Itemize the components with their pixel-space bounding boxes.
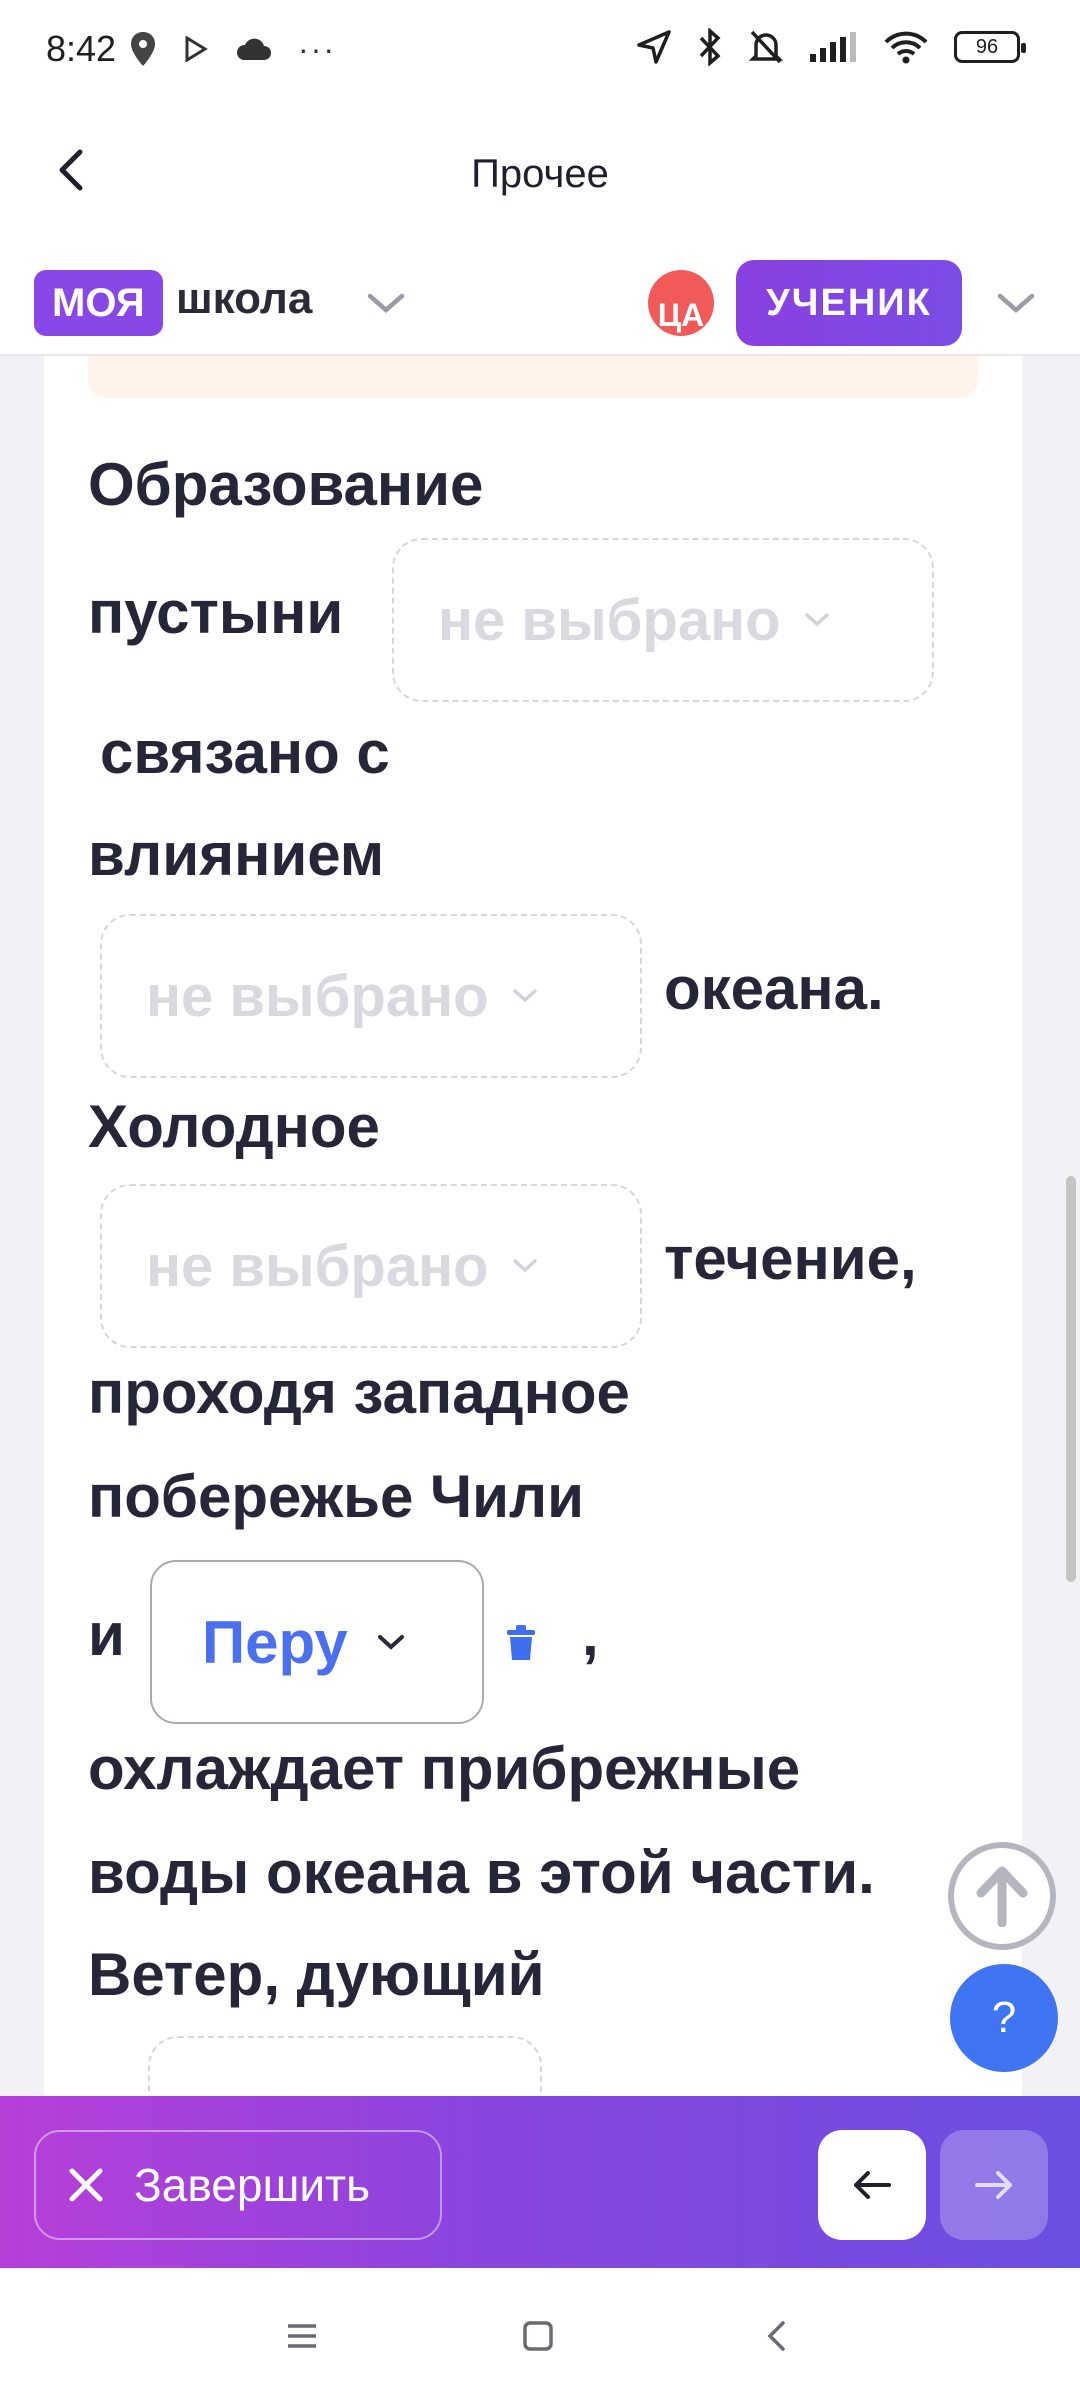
arrow-right-icon <box>975 2171 1012 2199</box>
status-time: 8:42 <box>46 28 117 69</box>
task-text: побережье Чили <box>88 1463 585 1530</box>
task-text: , <box>582 1601 599 1668</box>
logo-chip[interactable]: МОЯ <box>34 270 163 336</box>
dropdown-selected-value: Перу <box>202 1608 348 1676</box>
answer-dropdown-1[interactable]: не выбрано <box>392 538 934 702</box>
task-text: Холодное <box>88 1093 380 1160</box>
task-text: влиянием <box>88 821 385 888</box>
answer-dropdown-selected[interactable]: Перу <box>150 1560 484 1724</box>
more-notifications-icon: ··· <box>298 30 336 67</box>
task-card: Образование пустыни не выбрано связано с… <box>44 356 1022 2096</box>
status-bar: 8:42 ··· 96 <box>0 0 1080 100</box>
chevron-down-icon <box>512 989 537 1003</box>
answer-dropdown-3[interactable]: не выбрано <box>100 1184 642 1348</box>
play-store-icon <box>185 36 208 62</box>
logo-text[interactable]: школа <box>176 274 312 324</box>
location-pin-icon <box>131 32 155 66</box>
task-text: Образование <box>88 451 484 518</box>
finish-label: Завершить <box>134 2159 371 2211</box>
arrow-up-icon <box>976 1866 1028 1927</box>
bell-muted-icon <box>748 30 784 64</box>
dropdown-placeholder: не выбрано <box>438 587 781 653</box>
previous-button[interactable] <box>818 2130 926 2240</box>
task-text: и <box>88 1601 125 1668</box>
task-text: воды океана в этой части. <box>88 1839 875 1906</box>
menu-icon[interactable] <box>272 2306 332 2366</box>
cloud-icon <box>236 38 271 60</box>
navigation-arrow-icon <box>637 30 671 64</box>
school-bar: МОЯ школа ЦА УЧЕНИК <box>0 240 1080 356</box>
chevron-down-icon <box>377 1635 404 1650</box>
task-text: течение, <box>664 1225 917 1292</box>
chevron-down-icon <box>804 613 829 627</box>
scroll-top-button[interactable] <box>948 1842 1056 1950</box>
signal-icon <box>810 32 856 62</box>
chevron-down-icon[interactable] <box>996 292 1036 316</box>
notice-strip <box>88 356 978 398</box>
battery-icon: 96 <box>954 31 1026 63</box>
scrollbar[interactable] <box>1066 1176 1076 1582</box>
help-button[interactable]: ? <box>950 1964 1058 2072</box>
system-back-icon[interactable] <box>746 2306 806 2366</box>
action-bar: Завершить <box>0 2096 1080 2268</box>
answer-dropdown-2[interactable]: не выбрано <box>100 914 642 1078</box>
next-button[interactable] <box>940 2130 1048 2240</box>
trash-icon[interactable] <box>504 1624 538 1662</box>
avatar[interactable]: ЦА <box>648 270 714 336</box>
close-icon <box>69 2168 103 2202</box>
task-text: охлаждает прибрежные <box>88 1735 801 1802</box>
task-text: Ветер, дующий <box>88 1941 545 2008</box>
arrow-left-icon <box>854 2171 891 2199</box>
task-text: связано с <box>100 719 390 786</box>
role-badge[interactable]: УЧЕНИК <box>736 260 962 346</box>
chevron-down-icon[interactable] <box>366 292 406 316</box>
finish-button[interactable]: Завершить <box>34 2130 442 2240</box>
page-title: Прочее <box>471 152 609 196</box>
home-icon[interactable] <box>508 2306 568 2366</box>
system-nav-bar <box>0 2268 1080 2400</box>
task-text: океана. <box>664 955 884 1022</box>
chevron-down-icon <box>512 1259 537 1273</box>
task-text: пустыни <box>88 579 344 646</box>
dropdown-placeholder: не выбрано <box>146 1233 489 1299</box>
app-header: Прочее <box>0 100 1080 240</box>
wifi-icon <box>884 31 928 64</box>
bluetooth-icon <box>699 28 721 66</box>
answer-dropdown-4[interactable] <box>148 2036 542 2096</box>
dropdown-placeholder: не выбрано <box>146 963 489 1029</box>
task-text: проходя западное <box>88 1359 630 1426</box>
